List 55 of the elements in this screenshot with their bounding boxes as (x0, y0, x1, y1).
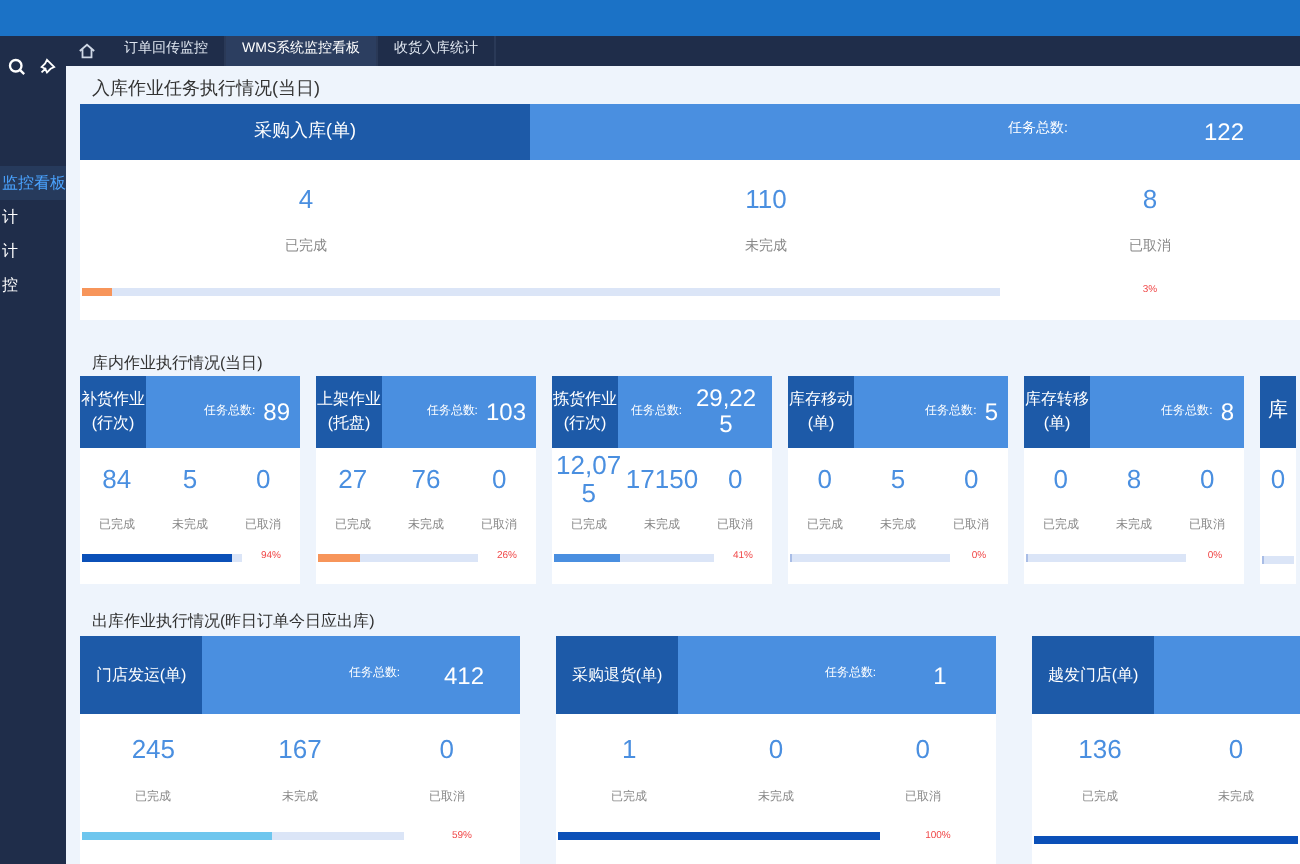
stat-value: 5 (890, 462, 906, 499)
stat-value: 136 (1078, 732, 1122, 768)
pin-icon[interactable] (38, 57, 56, 75)
stat-value: 0 (439, 732, 454, 768)
category-label: 拣货作业(行次) (552, 376, 618, 449)
category-label: 越发门店(单) (1032, 636, 1154, 714)
stat-value: 167 (278, 732, 322, 768)
stat-value: 4 (298, 181, 314, 218)
stat-value: 12,075 (554, 452, 624, 509)
stat-value: 0 (1200, 462, 1215, 499)
sidebar-item[interactable]: 监控看板 (0, 166, 66, 200)
total-value: 5 (984, 399, 998, 426)
total-value: 412 (441, 659, 487, 693)
stat-value: 110 (745, 181, 787, 218)
stat-value: 0 (768, 732, 784, 768)
section-title: 出库作业执行情况(昨日订单今日应出库) (90, 609, 377, 634)
home-icon[interactable] (78, 42, 96, 60)
total-value: 29,225 (693, 386, 759, 439)
category-label: 门店发运(单) (80, 636, 202, 714)
section-title: 库内作业执行情况(当日) (90, 351, 265, 376)
stat-value: 1 (622, 732, 637, 768)
sidebar-item[interactable]: 计 (0, 234, 66, 268)
total-value: 122 (1201, 115, 1247, 150)
stat-value: 0 (728, 462, 743, 499)
category-label: 补货作业(行次) (80, 376, 146, 449)
section-title: 入库作业任务执行情况(当日) (90, 75, 322, 102)
stat-value: 0 (1228, 732, 1244, 768)
stat-value: 0 (256, 462, 271, 499)
sidebar-item[interactable]: 控 (0, 268, 66, 302)
total-value: 103 (485, 399, 526, 426)
stat-value: 0 (817, 462, 832, 499)
category-label: 上架作业(托盘) (316, 376, 382, 449)
sidebar-item[interactable]: 计 (0, 200, 66, 234)
stat-value: 8 (1126, 462, 1142, 499)
stat-value: 0 (492, 462, 507, 499)
total-value: 89 (263, 399, 290, 426)
category-label: 采购退货(单) (556, 636, 678, 714)
stat-value: 8 (1142, 181, 1158, 218)
stat-value: 76 (411, 462, 441, 499)
category-label: 库 (1260, 376, 1296, 449)
stat-value: 0 (915, 732, 930, 768)
total-value: 8 (1220, 399, 1234, 426)
total-value: 1 (931, 659, 949, 693)
category-label: 采购入库(单) (80, 103, 530, 160)
search-icon[interactable] (8, 57, 26, 75)
stat-value: 0 (964, 462, 979, 499)
category-label: 库存转移(单) (1024, 376, 1090, 449)
stat-value: 84 (102, 462, 132, 499)
stat-value: 27 (338, 462, 368, 499)
stat-value: 5 (182, 462, 198, 499)
stat-value: 0 (1270, 462, 1286, 499)
stat-value: 17150 (625, 462, 699, 499)
stat-value: 245 (131, 732, 176, 768)
category-label: 库存移动(单) (788, 376, 854, 449)
stat-value: 0 (1053, 462, 1068, 499)
